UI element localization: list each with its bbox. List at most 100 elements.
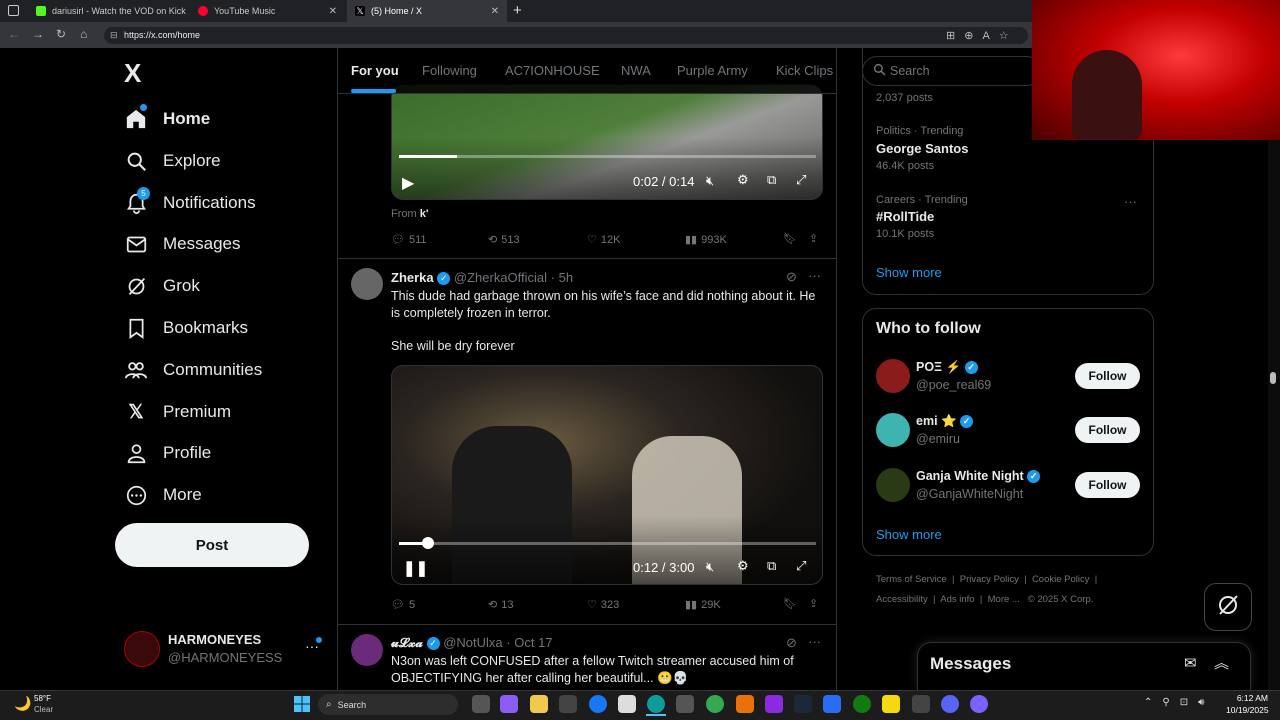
like-button[interactable]: ♡ 12K [587, 233, 620, 247]
more-options-icon[interactable]: ··· [808, 268, 821, 283]
trend-more-icon[interactable]: ··· [1124, 194, 1137, 209]
views-button[interactable]: ▮▮ 29K [685, 598, 721, 612]
back-icon[interactable]: ← [8, 27, 20, 41]
grok-icon[interactable]: ⊘ [786, 635, 797, 651]
clock-time[interactable]: 6:12 AM [1236, 693, 1268, 703]
edge-icon[interactable] [647, 695, 665, 713]
reply-button[interactable]: 💬︎ 5 [391, 598, 415, 612]
settings-gear-icon[interactable]: ⚙ [737, 172, 749, 188]
author-name[interactable]: Zherka [391, 270, 434, 285]
app-icon[interactable] [765, 695, 783, 713]
browser-tab-x-home[interactable]: 𝕏 (5) Home / X ✕ [347, 0, 507, 22]
new-message-icon[interactable]: ✉ [1184, 654, 1197, 672]
system-tray-icons[interactable]: ⌃⚲⊡🔊︎ [1144, 697, 1214, 708]
nav-communities[interactable]: Communities [125, 352, 262, 388]
nav-messages[interactable]: Messages [125, 226, 240, 262]
expand-drawer-icon[interactable]: ︽ [1214, 652, 1229, 673]
avatar[interactable] [124, 631, 160, 667]
avatar[interactable] [351, 634, 383, 666]
amazon-icon[interactable] [618, 695, 636, 713]
reply-button[interactable]: 💬︎ 511 [391, 233, 427, 247]
fullscreen-icon[interactable]: ⤢ [796, 172, 806, 188]
from-source[interactable]: k' [420, 208, 429, 220]
avatar[interactable] [351, 268, 383, 300]
avatar[interactable] [876, 359, 910, 393]
xbox-icon[interactable] [853, 695, 871, 713]
browser-tab-kick[interactable]: dariusirl - Watch the VOD on Kick ✕ [28, 0, 188, 22]
tab-kick-clips[interactable]: Kick Clips [776, 63, 833, 78]
settings-gear-icon[interactable]: ⚙ [737, 558, 749, 574]
tab-purple-army[interactable]: Purple Army [677, 63, 748, 78]
footer-link-accessibility[interactable]: Accessibility [876, 594, 928, 605]
taskbar-search[interactable]: ⌕ Search [318, 694, 458, 715]
search-bar[interactable] [862, 56, 1042, 86]
trends-show-more-link[interactable]: Show more [876, 265, 942, 280]
tweet-video[interactable] [391, 365, 823, 585]
footer-link-terms[interactable]: Terms of Service [876, 574, 947, 585]
windows-start-icon[interactable] [294, 696, 310, 712]
footer-link-ads-info[interactable]: Ads info [940, 594, 974, 605]
mute-icon[interactable]: 🔇︎ [706, 559, 714, 575]
home-button-icon[interactable]: ⌂ [80, 27, 87, 41]
app-icon[interactable] [912, 695, 930, 713]
chrome-icon[interactable] [706, 695, 724, 713]
read-aloud-icon[interactable]: A [982, 30, 998, 42]
play-icon[interactable]: ▶ [402, 173, 414, 193]
steam-icon[interactable] [794, 695, 812, 713]
picture-in-picture-icon[interactable]: ⧉ [767, 558, 776, 574]
views-button[interactable]: ▮▮ 993K [685, 233, 727, 247]
tweet-time[interactable]: Oct 17 [514, 635, 552, 650]
more-options-icon[interactable]: ··· [808, 634, 821, 649]
repost-button[interactable]: ⟲ 13 [488, 598, 513, 612]
scrollbar-thumb[interactable] [1270, 372, 1276, 384]
video-progress-track[interactable] [399, 155, 816, 158]
follow-button[interactable]: Follow [1075, 472, 1140, 498]
nav-bookmarks[interactable]: Bookmarks [125, 310, 248, 346]
app-icon[interactable] [823, 695, 841, 713]
suggestion-name[interactable]: POΞ ⚡ ✓ [916, 360, 978, 375]
url-field[interactable]: https://x.com/home [104, 27, 1028, 44]
close-tab-icon[interactable]: ✕ [329, 6, 337, 17]
share-button[interactable]: ⇪ [809, 232, 818, 245]
author-name[interactable]: 𝓾𝓛𝔁𝓪 [391, 635, 423, 650]
weather-temp[interactable]: 58°F [34, 694, 51, 703]
reload-icon[interactable]: ↻ [56, 27, 66, 41]
nav-home[interactable]: Home [125, 101, 210, 137]
tweet-video[interactable] [391, 84, 823, 200]
weather-icon[interactable]: 🌙 [14, 695, 31, 712]
page-scrollbar[interactable] [1268, 48, 1280, 690]
nav-explore[interactable]: Explore [125, 143, 221, 179]
tab-nwa[interactable]: NWA [621, 63, 651, 78]
browser-tab-youtube-music[interactable]: YouTube Music ✕ [190, 0, 345, 22]
video-progress-track[interactable] [399, 537, 816, 549]
mute-icon[interactable]: 🔇︎ [706, 173, 714, 189]
bookmark-button[interactable]: 🔖︎ [783, 232, 797, 245]
share-button[interactable]: ⇪ [809, 597, 818, 610]
grok-floating-button[interactable] [1204, 583, 1252, 631]
footer-link-privacy[interactable]: Privacy Policy [960, 574, 1019, 585]
suggestion-name[interactable]: emi ⭐ ✓ [916, 414, 974, 429]
bookmark-button[interactable]: 🔖︎ [783, 597, 797, 610]
follow-button[interactable]: Follow [1075, 363, 1140, 389]
avatar[interactable] [876, 413, 910, 447]
close-tab-icon[interactable]: ✕ [491, 6, 499, 17]
footer-link-more[interactable]: More ... [988, 594, 1020, 605]
author-handle[interactable]: @NotUlxa [443, 635, 502, 650]
repost-button[interactable]: ⟲ 513 [488, 233, 520, 247]
x-logo-icon[interactable]: X [124, 58, 141, 89]
copilot-icon[interactable] [500, 695, 518, 713]
grok-icon[interactable]: ⊘ [786, 269, 797, 285]
avatar[interactable] [876, 468, 910, 502]
vlc-icon[interactable] [736, 695, 754, 713]
store-icon[interactable] [559, 695, 577, 713]
author-handle[interactable]: @ZherkaOfficial [454, 270, 547, 285]
like-button[interactable]: ♡ 323 [587, 598, 619, 612]
tab-for-you[interactable]: For you [351, 63, 399, 78]
favorite-star-icon[interactable]: ☆ [999, 30, 1018, 42]
who-to-follow-show-more-link[interactable]: Show more [876, 527, 942, 542]
app-icon[interactable] [676, 695, 694, 713]
nav-profile[interactable]: Profile [125, 435, 211, 471]
tab-following[interactable]: Following [422, 63, 477, 78]
sticky-notes-icon[interactable] [882, 695, 900, 713]
pause-icon[interactable]: ❚❚ [403, 559, 428, 577]
